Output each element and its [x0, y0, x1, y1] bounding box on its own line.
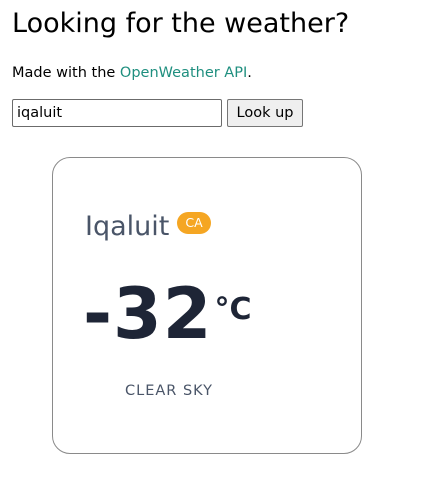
city-row: Iqaluit CA: [85, 208, 211, 246]
temperature-unit: °C: [214, 292, 252, 327]
openweather-api-link[interactable]: OpenWeather API: [120, 65, 247, 81]
page-title: Looking for the weather?: [12, 8, 350, 39]
temperature-row: -32 °C: [83, 274, 252, 354]
look-up-button[interactable]: Look up: [227, 99, 303, 127]
subtitle-suffix: .: [247, 65, 252, 81]
subtitle: Made with the OpenWeather API.: [12, 63, 252, 83]
temperature-value: -32: [83, 273, 213, 355]
page: Looking for the weather? Made with the O…: [0, 0, 421, 483]
weather-card: Iqaluit CA -32 °C CLEAR SKY: [52, 157, 362, 454]
weather-condition: CLEAR SKY: [125, 383, 214, 399]
subtitle-prefix: Made with the: [12, 65, 120, 81]
city-search-input[interactable]: [12, 99, 222, 127]
city-name: Iqaluit: [85, 211, 170, 242]
country-badge: CA: [177, 212, 211, 234]
